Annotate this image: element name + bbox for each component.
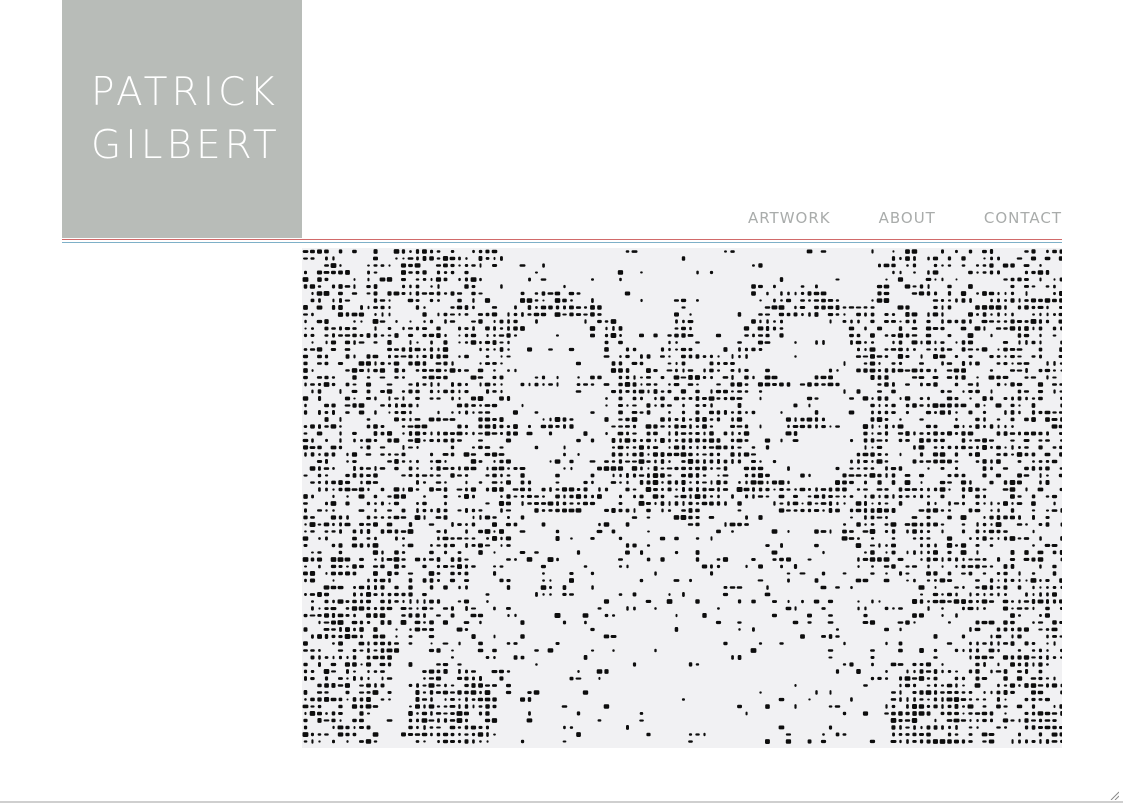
- logo-box[interactable]: PATRICK GILBERT: [62, 0, 302, 238]
- site-logo[interactable]: PATRICK GILBERT: [91, 66, 281, 172]
- featured-artwork[interactable]: [302, 248, 1062, 748]
- nav-contact[interactable]: CONTACT: [984, 209, 1062, 227]
- main-nav: ARTWORK ABOUT CONTACT: [748, 209, 1062, 227]
- resize-grip-icon[interactable]: [1109, 790, 1119, 800]
- logo-line-2: GILBERT: [91, 123, 281, 168]
- nav-artwork[interactable]: ARTWORK: [748, 209, 831, 227]
- header-rule-red: [62, 239, 1062, 240]
- nav-about[interactable]: ABOUT: [879, 209, 936, 227]
- logo-line-1: PATRICK: [91, 70, 279, 115]
- halftone-portrait-image: [302, 249, 1062, 744]
- header-rule-blue: [62, 242, 1062, 243]
